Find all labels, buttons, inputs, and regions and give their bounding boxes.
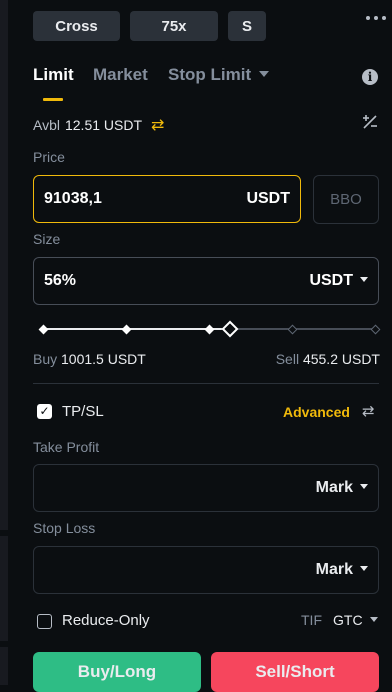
tab-stop-limit-label: Stop Limit (168, 65, 252, 84)
advanced-link[interactable]: Advanced (283, 404, 350, 420)
slider-handle[interactable] (221, 320, 239, 338)
tpsl-label: TP/SL (62, 403, 104, 420)
sell-short-button[interactable]: Sell/Short (211, 652, 379, 692)
size-unit-label: USDT (309, 272, 353, 289)
info-icon[interactable]: i (362, 69, 378, 85)
tab-limit[interactable]: Limit (33, 65, 74, 85)
take-profit-trigger-label: Mark (315, 479, 353, 496)
swap-icon[interactable]: ⇄ (151, 115, 164, 135)
take-profit-label: Take Profit (33, 439, 100, 455)
tab-active-indicator (43, 98, 63, 101)
size-slider[interactable] (38, 320, 380, 338)
available-label: Avbl (33, 117, 60, 133)
buy-limit: Buy 1001.5 USDT (33, 351, 146, 367)
tab-market[interactable]: Market (93, 65, 148, 85)
slider-stop-25[interactable] (121, 324, 131, 334)
price-unit: USDT (246, 190, 290, 207)
buy-limit-label: Buy (33, 351, 58, 367)
price-label: Price (33, 149, 65, 165)
tab-stop-limit[interactable]: Stop Limit (168, 65, 270, 85)
chevron-down-icon (259, 71, 270, 77)
transfer-icon[interactable]: ⇄ (362, 402, 375, 420)
buy-limit-value: 1001.5 USDT (61, 351, 146, 367)
tif-value: GTC (333, 612, 363, 628)
tif-select[interactable]: GTC (333, 612, 378, 628)
sell-limit: Sell 455.2 USDT (276, 351, 380, 367)
margin-mode-button[interactable]: Cross (33, 11, 120, 41)
tpsl-checkbox[interactable]: ✓ (37, 404, 52, 419)
take-profit-trigger-select[interactable]: Mark (316, 479, 368, 497)
reduce-only-checkbox[interactable] (37, 614, 52, 629)
size-unit-select[interactable]: USDT (309, 272, 368, 290)
chevron-down-icon (369, 617, 378, 622)
left-panel-edge (0, 0, 8, 685)
slider-stop-50[interactable] (204, 324, 214, 334)
size-input[interactable]: 56% USDT (33, 257, 379, 305)
stop-loss-trigger-select[interactable]: Mark (316, 561, 368, 579)
asset-mode-button[interactable]: S (228, 11, 266, 41)
size-value: 56% (44, 272, 77, 289)
stop-loss-label: Stop Loss (33, 520, 96, 536)
sell-limit-value: 455.2 USDT (302, 351, 380, 367)
slider-rest (230, 328, 375, 330)
reduce-only-label: Reduce-Only (62, 612, 150, 629)
available-balance: Avbl 12.51 USDT ⇄ (33, 115, 164, 135)
tif-label: TIF (301, 612, 322, 628)
chevron-down-icon (360, 566, 368, 571)
available-value: 12.51 USDT (64, 117, 143, 133)
more-dots-icon[interactable] (366, 16, 386, 20)
slider-stop-100[interactable] (370, 324, 380, 334)
bbo-button[interactable]: BBO (313, 175, 379, 224)
stop-loss-trigger-label: Mark (315, 561, 353, 578)
price-input[interactable]: 91038,1 USDT (33, 175, 301, 223)
calculator-icon[interactable] (362, 114, 378, 132)
size-label: Size (33, 231, 61, 247)
take-profit-input[interactable]: Mark (33, 464, 379, 512)
slider-stop-75[interactable] (287, 324, 297, 334)
leverage-button[interactable]: 75x (130, 11, 218, 41)
stop-loss-input[interactable]: Mark (33, 546, 379, 594)
price-value: 91038,1 (44, 190, 102, 207)
sell-limit-label: Sell (275, 351, 300, 367)
buy-long-button[interactable]: Buy/Long (33, 652, 201, 692)
divider (33, 383, 379, 384)
slider-stop-0[interactable] (38, 324, 48, 334)
slider-fill (43, 328, 230, 330)
chevron-down-icon (360, 484, 368, 489)
chevron-down-icon (360, 277, 368, 282)
